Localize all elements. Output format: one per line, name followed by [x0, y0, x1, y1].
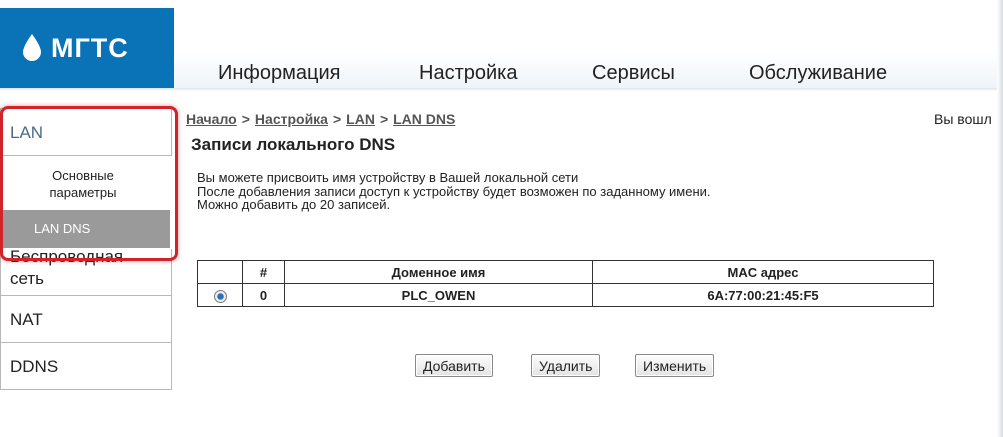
- sidebar-subitem-lan-dns[interactable]: LAN DNS: [2, 210, 170, 248]
- row-mac: 6A:77:00:21:45:F5: [592, 283, 934, 307]
- brand-logo: МГТС: [0, 8, 174, 88]
- row-radio-button[interactable]: [213, 289, 227, 303]
- breadcrumb: Начало > Настройка > LAN > LAN DNS: [186, 111, 455, 127]
- sidebar-item-ddns[interactable]: DDNS: [0, 343, 172, 390]
- header-mac: MAC адрес: [592, 260, 934, 284]
- sidebar-item-wireless-label: Беспроводная сеть: [10, 247, 124, 288]
- table-row[interactable]: 0 PLC_OWEN 6A:77:00:21:45:F5: [197, 283, 934, 307]
- water-drop-icon: [21, 33, 43, 63]
- row-domain: PLC_OWEN: [284, 283, 593, 307]
- dns-records-table: # Доменное имя MAC адрес 0 PLC_OWEN 6A:7…: [197, 260, 934, 307]
- description-line: Можно добавить до 20 записей.: [197, 197, 391, 212]
- row-index: 0: [242, 283, 285, 307]
- table-header-row: # Доменное имя MAC адрес: [197, 260, 934, 284]
- sidebar-subitem-basic-label: Основные параметры: [49, 168, 117, 200]
- add-button[interactable]: Добавить: [415, 354, 493, 377]
- breadcrumb-separator: >: [241, 111, 250, 127]
- breadcrumb-lan-dns[interactable]: LAN DNS: [393, 111, 455, 127]
- sidebar-item-nat[interactable]: NAT: [0, 296, 172, 343]
- row-select-cell[interactable]: [197, 283, 243, 307]
- edit-button[interactable]: Изменить: [635, 354, 715, 377]
- nav-services[interactable]: Сервисы: [592, 62, 675, 85]
- nav-maintenance[interactable]: Обслуживание: [749, 62, 887, 85]
- description: Вы можете присвоить имя устройству в Ваш…: [197, 171, 711, 212]
- nav-settings[interactable]: Настройка: [419, 62, 517, 85]
- header-index: #: [242, 260, 285, 284]
- header-divider: [0, 88, 1003, 91]
- description-line: Вы можете присвоить имя устройству в Ваш…: [197, 170, 579, 185]
- login-status: Вы вошл: [934, 111, 992, 127]
- sidebar-item-wireless[interactable]: Беспроводная сеть: [0, 247, 172, 296]
- delete-button[interactable]: Удалить: [531, 354, 601, 377]
- page-title: Записи локального DNS: [191, 135, 396, 154]
- sidebar-subitem-basic[interactable]: Основные параметры: [0, 157, 172, 207]
- description-line: После добавления записи доступ к устройс…: [197, 183, 711, 199]
- header-select: [197, 260, 243, 284]
- breadcrumb-lan[interactable]: LAN: [346, 111, 375, 127]
- breadcrumb-separator: >: [379, 111, 389, 127]
- sidebar-item-lan[interactable]: LAN: [0, 108, 172, 156]
- window-edge-shadow: [997, 0, 1003, 437]
- sidebar-subitem-lan-dns-label: LAN DNS: [34, 221, 91, 236]
- breadcrumb-settings[interactable]: Настройка: [255, 111, 328, 127]
- header-domain: Доменное имя: [284, 260, 593, 284]
- nav-info[interactable]: Информация: [218, 62, 340, 85]
- brand-logo-text: МГТС: [51, 32, 129, 63]
- breadcrumb-home[interactable]: Начало: [186, 111, 237, 127]
- breadcrumb-separator: >: [332, 111, 342, 127]
